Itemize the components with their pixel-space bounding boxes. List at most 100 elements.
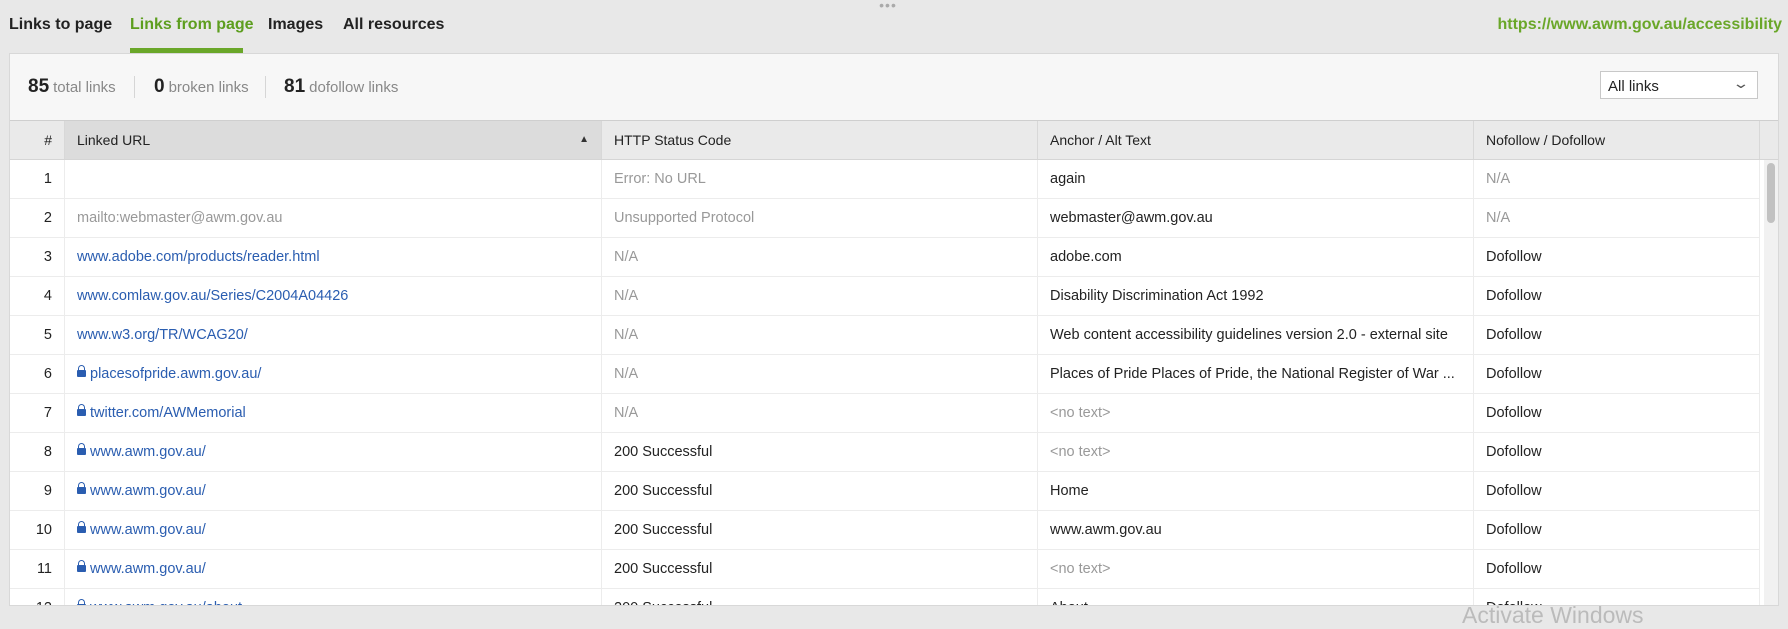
column-header-label: Linked URL bbox=[77, 132, 151, 148]
table-row[interactable]: 10 www.awm.gov.au/200 Successful www.awm.g… bbox=[10, 511, 1760, 550]
linked-url[interactable]: www.awm.gov.au/about bbox=[90, 600, 242, 605]
tab-links-from-page[interactable]: Links from page bbox=[130, 16, 254, 34]
anchor-text: webmaster@awm.gov.au bbox=[1050, 210, 1213, 226]
linked-url-cell bbox=[65, 160, 602, 198]
row-number-text: 10 bbox=[35, 522, 52, 538]
linked-url[interactable]: twitter.com/AWMemorial bbox=[90, 405, 246, 421]
follow-type-cell: Dofollow bbox=[1474, 394, 1760, 432]
follow-type-cell: Dofollow bbox=[1474, 511, 1760, 549]
table-row[interactable]: 6 placesofpride.awm.gov.au/N/A Places of P… bbox=[10, 355, 1760, 394]
linked-url[interactable]: www.awm.gov.au/ bbox=[90, 561, 206, 577]
table-row[interactable]: 5 www.w3.org/TR/WCAG20/N/A Web content acc… bbox=[10, 316, 1760, 355]
table-row[interactable]: 4 www.comlaw.gov.au/Series/C2004A04426 N/A… bbox=[10, 277, 1760, 316]
row-number: 9 bbox=[10, 472, 65, 510]
row-number-text: 5 bbox=[43, 327, 52, 343]
row-number: 12 bbox=[10, 589, 65, 605]
table-row[interactable]: 2 mailto:webmaster@awm.gov.au Unsupported … bbox=[10, 199, 1760, 238]
dofollow-links-stat: 81 dofollow links bbox=[284, 76, 398, 98]
follow-type-text: N/A bbox=[1486, 171, 1511, 187]
linked-url-cell[interactable]: placesofpride.awm.gov.au/ bbox=[65, 355, 602, 393]
tab-links-to-page[interactable]: Links to page bbox=[9, 16, 112, 34]
anchor-text: Disability Discrimination Act 1992 bbox=[1050, 288, 1264, 304]
http-status-text: 200 Successful bbox=[614, 483, 713, 499]
panel-drag-handle-icon[interactable]: ••• bbox=[875, 0, 901, 12]
row-number: 6 bbox=[10, 355, 65, 393]
follow-type-text: Dofollow bbox=[1486, 483, 1542, 499]
follow-type-cell: N/A bbox=[1474, 199, 1760, 237]
row-number: 2 bbox=[10, 199, 65, 237]
linked-url-cell[interactable]: www.awm.gov.au/ bbox=[65, 511, 602, 549]
linked-url[interactable]: www.comlaw.gov.au/Series/C2004A04426 bbox=[77, 288, 348, 304]
linked-url[interactable]: placesofpride.awm.gov.au/ bbox=[90, 366, 261, 382]
column-header-http-status[interactable]: HTTP Status Code bbox=[602, 121, 1038, 159]
anchor-text: www.awm.gov.au bbox=[1050, 522, 1162, 538]
table-row[interactable]: 9 www.awm.gov.au/200 Successful Home Dofoll… bbox=[10, 472, 1760, 511]
scrollbar-thumb[interactable] bbox=[1767, 163, 1775, 223]
linked-url-cell: mailto:webmaster@awm.gov.au bbox=[65, 199, 602, 237]
linked-url[interactable]: www.adobe.com/products/reader.html bbox=[77, 249, 320, 265]
tab-images[interactable]: Images bbox=[268, 16, 323, 34]
row-number-text: 1 bbox=[43, 171, 52, 187]
http-status-cell: 200 Successful bbox=[602, 589, 1038, 605]
dofollow-links-label: dofollow links bbox=[309, 79, 399, 96]
linked-url[interactable]: www.awm.gov.au/ bbox=[90, 483, 206, 499]
linked-url-cell[interactable]: www.awm.gov.au/ bbox=[65, 550, 602, 588]
table-row[interactable]: 3 www.adobe.com/products/reader.html N/A ad… bbox=[10, 238, 1760, 277]
anchor-text-cell: webmaster@awm.gov.au bbox=[1038, 199, 1474, 237]
follow-type-cell: Dofollow bbox=[1474, 238, 1760, 276]
broken-links-count: 0 bbox=[154, 76, 165, 97]
table-row[interactable]: 11 www.awm.gov.au/200 Successful <no text>… bbox=[10, 550, 1760, 589]
row-number-text: 2 bbox=[43, 210, 52, 226]
total-links-count: 85 bbox=[28, 76, 50, 97]
linked-url-cell[interactable]: www.adobe.com/products/reader.html bbox=[65, 238, 602, 276]
link-filter-select[interactable]: All links ⌄ bbox=[1600, 71, 1758, 99]
linked-url-cell[interactable]: www.awm.gov.au/about bbox=[65, 589, 602, 605]
follow-type-text: N/A bbox=[1486, 210, 1511, 226]
follow-type-cell: Dofollow bbox=[1474, 277, 1760, 315]
follow-type-cell: Dofollow bbox=[1474, 472, 1760, 510]
links-panel: 85 total links 0 broken links 81 dofollow l… bbox=[10, 54, 1778, 605]
column-header-number[interactable]: # bbox=[10, 121, 65, 159]
page-url-link[interactable]: https://www.awm.gov.au/accessibility bbox=[1497, 16, 1782, 34]
links-table-body: 1 Error: No URL again N/A 2 mailto:webmaster@… bbox=[10, 160, 1760, 605]
table-row[interactable]: 8 www.awm.gov.au/200 Successful <no text> D… bbox=[10, 433, 1760, 472]
column-header-linked-url[interactable]: Linked URL ▲ bbox=[65, 121, 602, 159]
linked-url[interactable]: www.w3.org/TR/WCAG20/ bbox=[77, 327, 248, 343]
row-number: 1 bbox=[10, 160, 65, 198]
column-header-follow[interactable]: Nofollow / Dofollow bbox=[1474, 121, 1760, 159]
http-status-cell: 200 Successful bbox=[602, 511, 1038, 549]
follow-type-cell: Dofollow bbox=[1474, 433, 1760, 471]
table-row[interactable]: 1 Error: No URL again N/A bbox=[10, 160, 1760, 199]
http-status-text: 200 Successful bbox=[614, 444, 713, 460]
http-status-cell: 200 Successful bbox=[602, 550, 1038, 588]
linked-url-cell[interactable]: twitter.com/AWMemorial bbox=[65, 394, 602, 432]
tab-all-resources[interactable]: All resources bbox=[343, 16, 444, 34]
linked-url-cell[interactable]: www.awm.gov.au/ bbox=[65, 472, 602, 510]
follow-type-cell: Dofollow bbox=[1474, 316, 1760, 354]
linked-url[interactable]: www.awm.gov.au/ bbox=[90, 522, 206, 538]
lock-icon bbox=[77, 559, 86, 572]
row-number-text: 12 bbox=[36, 600, 52, 605]
follow-type-text: Dofollow bbox=[1486, 444, 1542, 460]
http-status-cell: N/A bbox=[602, 316, 1038, 354]
anchor-text-cell: Home bbox=[1038, 472, 1474, 510]
follow-type-text: Dofollow bbox=[1486, 288, 1542, 304]
anchor-text: adobe.com bbox=[1050, 249, 1122, 265]
follow-type-cell: Dofollow bbox=[1474, 355, 1760, 393]
anchor-text-cell: Places of Pride Places of Pride, the Nat… bbox=[1038, 355, 1474, 393]
http-status-cell: N/A bbox=[602, 394, 1038, 432]
table-row[interactable]: 7 twitter.com/AWMemorial N/A <no text> Dofol… bbox=[10, 394, 1760, 433]
linked-url-cell[interactable]: www.comlaw.gov.au/Series/C2004A04426 bbox=[65, 277, 602, 315]
active-tab-indicator bbox=[130, 48, 243, 53]
chevron-down-icon: ⌄ bbox=[1732, 75, 1750, 91]
http-status-text: 200 Successful bbox=[614, 600, 712, 605]
vertical-scrollbar[interactable] bbox=[1764, 160, 1778, 605]
anchor-text: Home bbox=[1050, 483, 1089, 499]
follow-type-text: Dofollow bbox=[1486, 522, 1542, 538]
total-links-stat: 85 total links bbox=[28, 76, 116, 98]
linked-url[interactable]: www.awm.gov.au/ bbox=[90, 444, 206, 460]
linked-url-cell[interactable]: www.awm.gov.au/ bbox=[65, 433, 602, 471]
column-header-anchor-text[interactable]: Anchor / Alt Text bbox=[1038, 121, 1474, 159]
linked-url-cell[interactable]: www.w3.org/TR/WCAG20/ bbox=[65, 316, 602, 354]
row-number: 10 bbox=[10, 511, 65, 549]
